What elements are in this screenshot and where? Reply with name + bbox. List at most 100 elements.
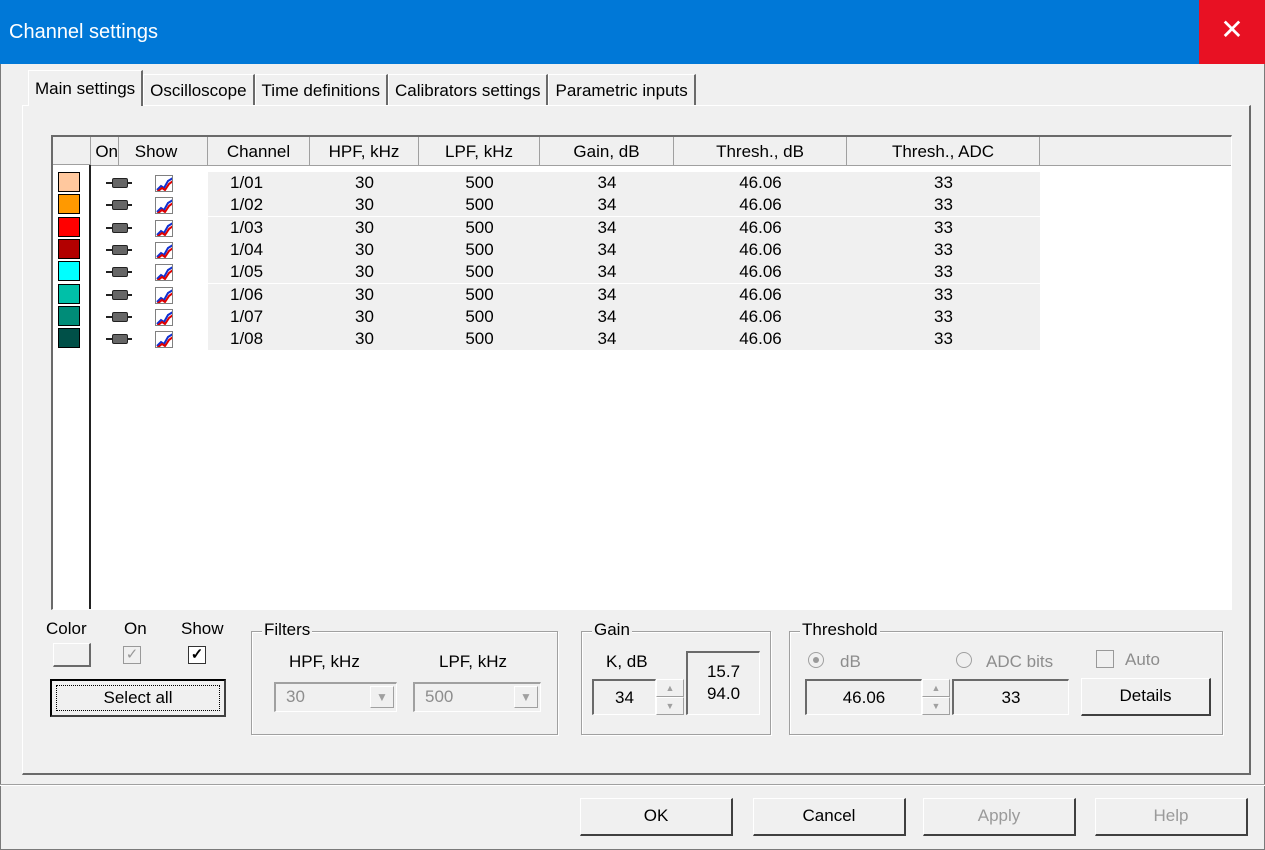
waveform-icon[interactable] — [155, 197, 173, 215]
col-header-thresh-adc[interactable]: Thresh., ADC — [847, 137, 1040, 165]
table-row[interactable]: 1/07 30 500 34 46.06 33 — [91, 305, 1231, 328]
db-radio[interactable] — [808, 652, 824, 668]
cell-hpf: 30 — [355, 262, 374, 282]
cell-thresh-db: 46.06 — [739, 173, 782, 192]
col-header-hpf[interactable]: HPF, kHz — [310, 137, 419, 165]
color-swatch[interactable] — [58, 283, 80, 304]
color-swatch[interactable] — [58, 216, 80, 237]
plug-icon[interactable] — [106, 311, 132, 323]
auto-checkbox[interactable] — [1096, 650, 1114, 668]
cell-thresh-db: 46.06 — [739, 306, 782, 326]
plug-icon[interactable] — [106, 222, 132, 234]
cell-channel: 1/04 — [230, 239, 264, 259]
color-swatch[interactable] — [58, 172, 80, 192]
cell-lpf: 500 — [465, 173, 494, 192]
threshold-db-input[interactable]: 46.06 — [805, 679, 922, 715]
apply-button[interactable]: Apply — [923, 798, 1076, 836]
k-db-input[interactable]: 34 — [592, 679, 656, 715]
plug-icon[interactable] — [106, 178, 132, 189]
plug-icon[interactable] — [106, 244, 132, 256]
table-row[interactable]: 1/05 30 500 34 46.06 33 — [91, 261, 1231, 284]
spin-up-icon[interactable]: ▲ — [656, 679, 684, 697]
cell-gain: 34 — [597, 306, 617, 326]
plug-icon[interactable] — [106, 334, 132, 345]
show-checkbox[interactable]: ✓ — [188, 646, 206, 664]
cell-hpf: 30 — [355, 173, 374, 192]
select-all-button[interactable]: Select all — [50, 679, 226, 717]
cell-lpf: 500 — [465, 217, 494, 237]
close-button[interactable]: ✕ — [1199, 0, 1265, 64]
waveform-icon[interactable] — [155, 308, 173, 326]
tab-oscilloscope[interactable]: Oscilloscope — [143, 74, 255, 106]
color-swatch[interactable] — [58, 194, 80, 215]
table-row[interactable]: 1/06 30 500 34 46.06 33 — [91, 283, 1231, 306]
tab-parametric-inputs[interactable]: Parametric inputs — [548, 74, 696, 106]
threshold-spinner[interactable]: ▲ ▼ — [922, 679, 950, 715]
waveform-icon[interactable] — [155, 219, 173, 237]
help-button[interactable]: Help — [1095, 798, 1248, 836]
cell-hpf: 30 — [355, 306, 374, 326]
col-header-lpf[interactable]: LPF, kHz — [419, 137, 540, 165]
auto-label: Auto — [1125, 650, 1160, 669]
waveform-icon[interactable] — [155, 241, 173, 259]
adc-bits-radio[interactable] — [956, 652, 972, 668]
hpf-select[interactable]: 30 ▼ — [274, 682, 397, 712]
hpf-label: HPF, kHz — [289, 652, 360, 671]
spin-up-icon[interactable]: ▲ — [922, 679, 950, 697]
cell-hpf: 30 — [355, 239, 374, 259]
ok-button[interactable]: OK — [580, 798, 733, 836]
on-checkbox[interactable]: ✓ — [123, 646, 141, 664]
color-swatch[interactable] — [58, 238, 80, 259]
table-row[interactable]: 1/04 30 500 34 46.06 33 — [91, 238, 1231, 261]
col-header-gain[interactable]: Gain, dB — [540, 137, 674, 165]
cell-thresh-adc: 33 — [934, 195, 953, 215]
color-swatch[interactable] — [58, 261, 80, 282]
k-db-spinner[interactable]: ▲ ▼ — [656, 679, 684, 715]
color-swatch-list — [53, 165, 91, 609]
col-header-on[interactable]: On — [91, 137, 119, 165]
dialog-separator — [0, 784, 1265, 786]
tab-time-definitions[interactable]: Time definitions — [254, 74, 388, 106]
col-header-channel[interactable]: Channel — [208, 137, 310, 165]
chevron-down-icon[interactable]: ▼ — [370, 686, 394, 708]
channel-grid[interactable]: On Show Channel HPF, kHz LPF, kHz Gain, … — [91, 135, 1232, 610]
spin-down-icon[interactable]: ▼ — [656, 697, 684, 715]
plug-icon[interactable] — [106, 289, 132, 301]
cell-channel: 1/01 — [230, 173, 264, 192]
plug-icon[interactable] — [106, 267, 132, 278]
details-button[interactable]: Details — [1081, 678, 1211, 716]
cell-channel: 1/05 — [230, 262, 264, 282]
tab-calibrators-settings[interactable]: Calibrators settings — [387, 74, 549, 106]
lpf-value: 500 — [425, 687, 454, 706]
waveform-icon[interactable] — [155, 264, 173, 282]
cell-thresh-adc: 33 — [934, 329, 953, 349]
table-row[interactable]: 1/02 30 500 34 46.06 33 — [91, 194, 1231, 217]
table-row[interactable]: 1/08 30 500 34 46.06 33 — [91, 328, 1231, 351]
chevron-down-icon[interactable]: ▼ — [514, 686, 538, 708]
color-swatch[interactable] — [58, 328, 80, 349]
lpf-select[interactable]: 500 ▼ — [413, 682, 541, 712]
cell-hpf: 30 — [355, 217, 374, 237]
waveform-icon[interactable] — [155, 286, 173, 304]
color-picker-button[interactable] — [53, 643, 91, 667]
col-header-show[interactable]: Show — [119, 137, 208, 165]
waveform-icon[interactable] — [155, 175, 173, 192]
cell-channel: 1/06 — [230, 284, 264, 304]
cell-thresh-adc: 33 — [934, 217, 953, 237]
color-swatch[interactable] — [58, 305, 80, 326]
cancel-button[interactable]: Cancel — [753, 798, 906, 836]
cell-gain: 34 — [597, 195, 617, 215]
tab-main-settings[interactable]: Main settings — [28, 70, 144, 106]
cell-lpf: 500 — [465, 239, 494, 259]
close-icon: ✕ — [1220, 14, 1244, 45]
lpf-label: LPF, kHz — [439, 652, 508, 671]
table-row[interactable]: 1/03 30 500 34 46.06 33 — [91, 216, 1231, 239]
col-header-thresh-db[interactable]: Thresh., dB — [674, 137, 847, 165]
table-row[interactable]: 1/01 30 500 34 46.06 33 — [91, 172, 1231, 194]
color-label: Color — [46, 619, 87, 638]
cell-gain: 34 — [597, 239, 617, 259]
spin-down-icon[interactable]: ▼ — [922, 697, 950, 715]
cell-hpf: 30 — [355, 195, 374, 215]
plug-icon[interactable] — [106, 200, 132, 211]
waveform-icon[interactable] — [155, 331, 173, 349]
